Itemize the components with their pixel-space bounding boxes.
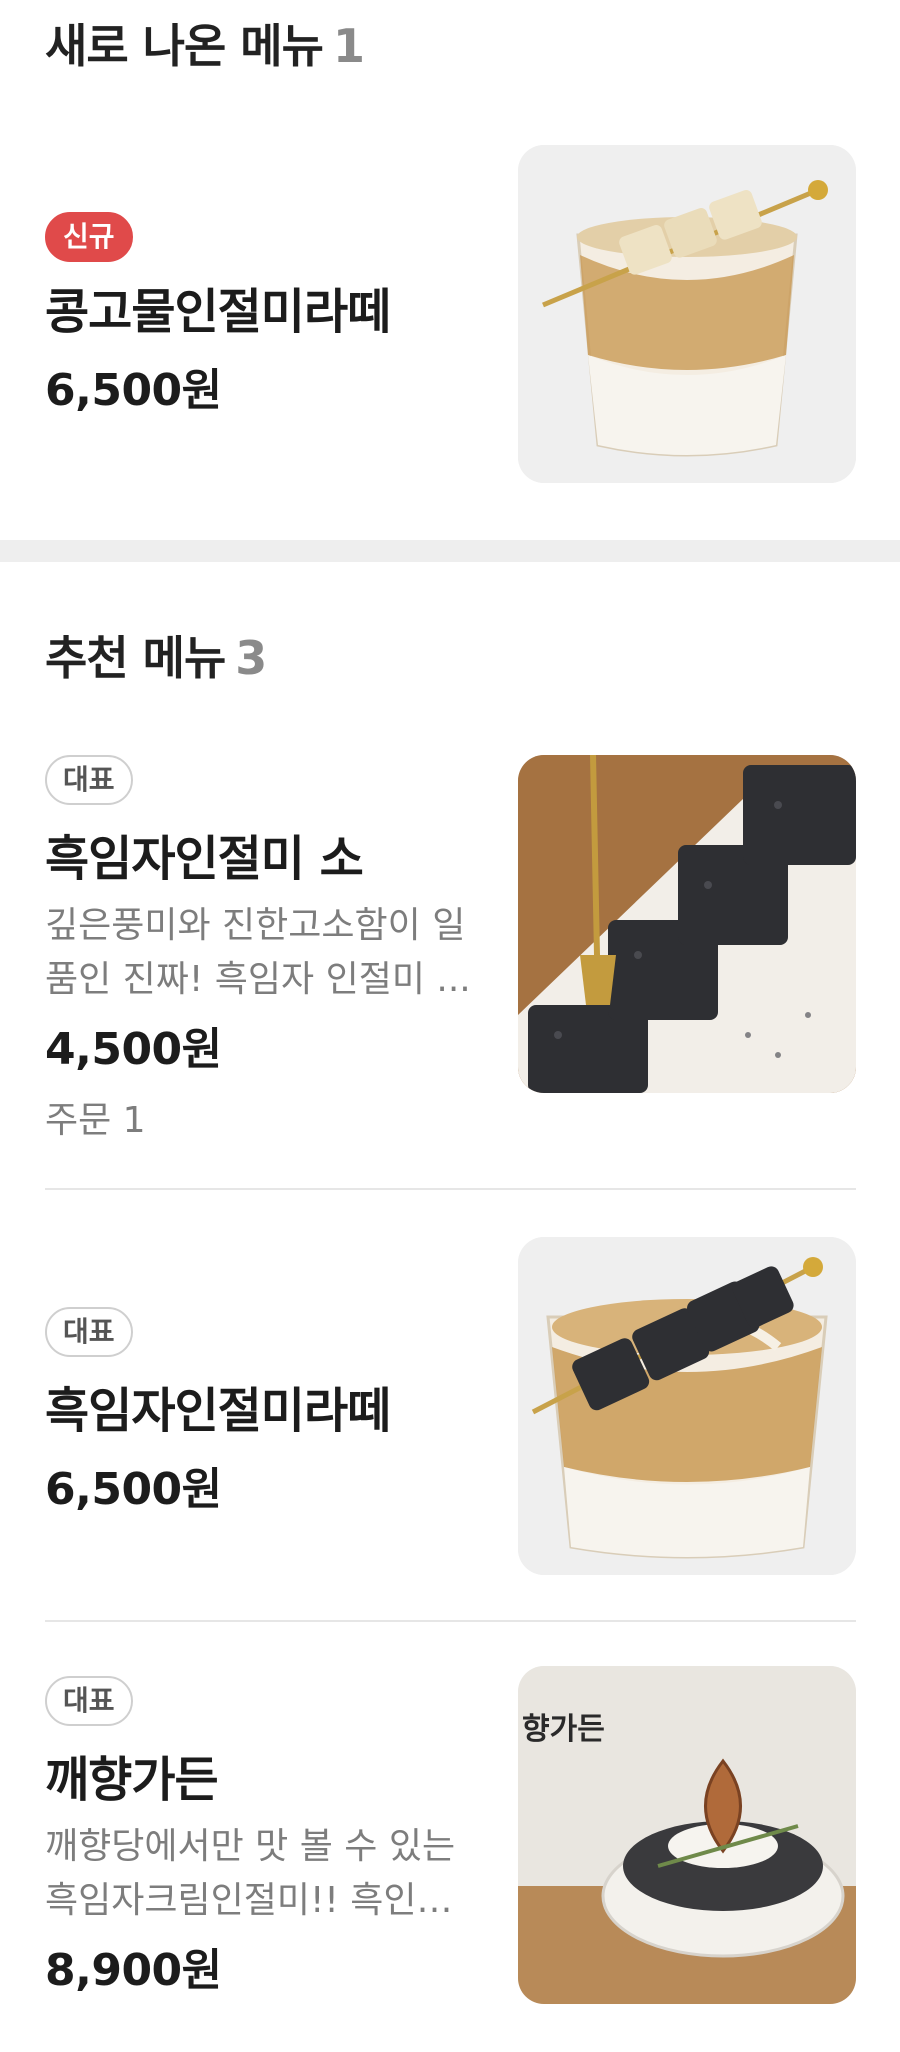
menu-item-description: 흑임자크림인절미!! 흑인자... (45, 1880, 475, 1921)
menu-item-name: 흑임자인절미라떼 (45, 1383, 391, 1439)
menu-item-text: 신규 콩고물인절미라떼 6,500원 (45, 212, 475, 418)
menu-item-black-sesame-injeolmi[interactable]: 대표 흑임자인절미 소 깊은풍미와 진한고소함이 일 품인 진짜! 흑임자 인절… (0, 755, 900, 1175)
section-title-text: 새로 나온 메뉴 (45, 19, 324, 73)
section-count: 3 (235, 631, 267, 685)
menu-item-image[interactable] (518, 1237, 856, 1575)
signature-badge: 대표 (45, 1676, 133, 1726)
menu-item-description: 깨향당에서만 맛 볼 수 있는 (45, 1826, 456, 1867)
menu-item-name: 콩고물인절미라떼 (45, 284, 391, 340)
item-separator (45, 1620, 856, 1622)
menu-item-description: 품인 진짜! 흑임자 인절미 ... (45, 959, 471, 1000)
menu-item-name: 깨향가든 (45, 1752, 219, 1808)
recommended-section: 추천 메뉴 3 대표 흑임자인절미 소 깊은풍미와 진한고소함이 일 품인 진짜!… (0, 562, 900, 2052)
section-count: 1 (332, 19, 365, 73)
latte-image (518, 1237, 856, 1575)
menu-item-text: 대표 흑임자인절미 소 깊은풍미와 진한고소함이 일 품인 진짜! 흑임자 인절… (45, 755, 475, 1143)
section-title-text: 추천 메뉴 (45, 631, 226, 685)
menu-item-image[interactable] (518, 755, 856, 1093)
menu-item-text: 대표 흑임자인절미라떼 6,500원 (45, 1307, 475, 1517)
menu-item-price: 8,900원 (45, 1945, 222, 1996)
section-title: 추천 메뉴 3 (45, 622, 267, 688)
menu-item-price: 6,500원 (45, 1464, 222, 1515)
menu-item-description: 깊은풍미와 진한고소함이 일 (45, 905, 466, 946)
signature-badge: 대표 (45, 755, 133, 805)
latte-image (518, 145, 856, 483)
new-badge: 신규 (45, 212, 133, 262)
signature-badge: 대표 (45, 1307, 133, 1357)
menu-item-kongomul-latte[interactable]: 신규 콩고물인절미라떼 6,500원 (0, 145, 900, 485)
menu-item-image[interactable] (518, 145, 856, 483)
injeolmi-image (518, 755, 856, 1093)
menu-item-price: 6,500원 (45, 365, 222, 416)
section-divider (0, 540, 900, 562)
menu-item-kkaehyang-garden[interactable]: 대표 깨향가든 깨향당에서만 맛 볼 수 있는 흑임자크림인절미!! 흑인자..… (0, 1666, 900, 2006)
menu-item-name: 흑임자인절미 소 (45, 831, 364, 887)
menu-item-price: 4,500원 (45, 1024, 222, 1075)
image-caption: 향가든 (522, 1712, 605, 1747)
menu-item-image[interactable]: 향가든 (518, 1666, 856, 2004)
section-title: 새로 나온 메뉴 1 (45, 10, 365, 76)
menu-item-black-sesame-latte[interactable]: 대표 흑임자인절미라떼 6,500원 (0, 1237, 900, 1577)
item-separator (45, 1188, 856, 1190)
order-count: 주문 1 (45, 1100, 146, 1141)
new-menu-section: 새로 나온 메뉴 1 신규 콩고물인절미라떼 6,500원 (0, 0, 900, 540)
menu-item-text: 대표 깨향가든 깨향당에서만 맛 볼 수 있는 흑임자크림인절미!! 흑인자..… (45, 1676, 475, 1998)
